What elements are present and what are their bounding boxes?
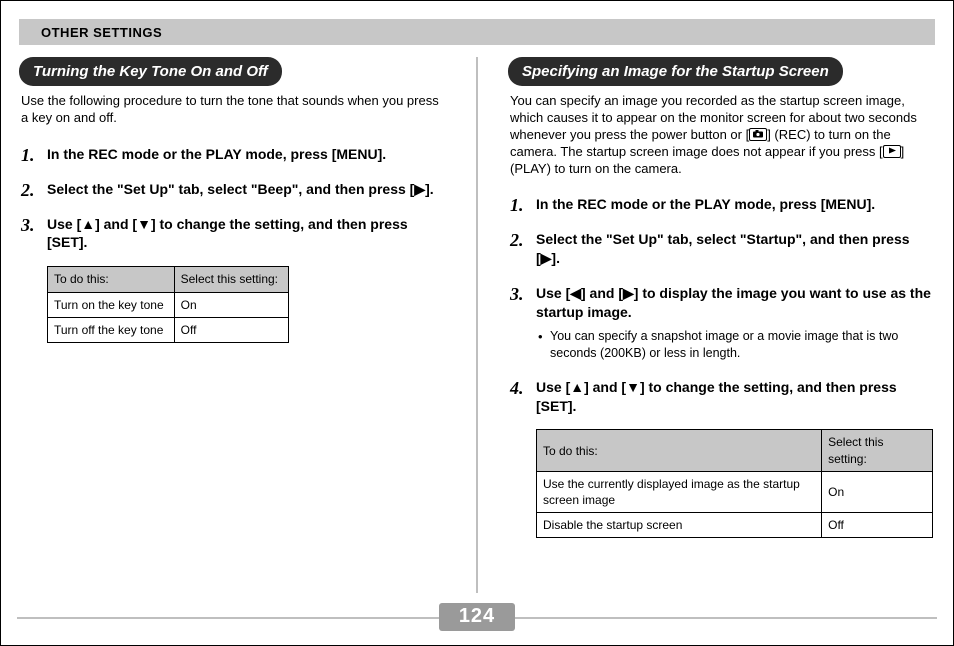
step-text: Select the "Set Up" tab, select "Beep", … — [47, 181, 434, 197]
table-header: Select this setting: — [822, 430, 933, 471]
step-text: Use [▲] and [▼] to change the setting, a… — [47, 216, 408, 251]
right-step-3: Use [◀] and [▶] to display the image you… — [510, 284, 933, 362]
page: OTHER SETTINGS Turning the Key Tone On a… — [0, 0, 954, 646]
table-cell: On — [822, 471, 933, 512]
left-column: Turning the Key Tone On and Off Use the … — [19, 57, 446, 593]
table-cell: Disable the startup screen — [537, 513, 822, 538]
table-header: To do this: — [537, 430, 822, 471]
table-cell: Turn off the key tone — [48, 317, 175, 342]
column-divider — [476, 57, 478, 593]
step-text: In the REC mode or the PLAY mode, press … — [536, 196, 875, 212]
table-header: To do this: — [48, 267, 175, 292]
table-cell: Off — [822, 513, 933, 538]
right-step-4: Use [▲] and [▼] to change the setting, a… — [510, 378, 933, 539]
page-number-area: 124 — [1, 603, 953, 631]
section-header: OTHER SETTINGS — [19, 19, 935, 45]
step-text: Use [◀] and [▶] to display the image you… — [536, 285, 931, 320]
left-step-2: Select the "Set Up" tab, select "Beep", … — [21, 180, 444, 199]
table-header: Select this setting: — [174, 267, 288, 292]
left-intro: Use the following procedure to turn the … — [21, 93, 444, 127]
left-step-3: Use [▲] and [▼] to change the setting, a… — [21, 215, 444, 343]
step-text: Use [▲] and [▼] to change the setting, a… — [536, 379, 897, 414]
table-cell: Off — [174, 317, 288, 342]
play-icon — [883, 145, 901, 158]
right-intro: You can specify an image you recorded as… — [510, 93, 933, 177]
right-step-1: In the REC mode or the PLAY mode, press … — [510, 195, 933, 214]
table-cell: Use the currently displayed image as the… — [537, 471, 822, 512]
step-text: Select the "Set Up" tab, select "Startup… — [536, 231, 910, 266]
left-title-pill: Turning the Key Tone On and Off — [19, 57, 282, 86]
right-steps: In the REC mode or the PLAY mode, press … — [510, 195, 933, 538]
right-step-3-note: You can specify a snapshot image or a mo… — [536, 328, 933, 362]
right-step-2: Select the "Set Up" tab, select "Startup… — [510, 230, 933, 268]
right-column: Specifying an Image for the Startup Scre… — [508, 57, 935, 593]
camera-icon — [749, 128, 767, 141]
content-columns: Turning the Key Tone On and Off Use the … — [19, 57, 935, 593]
right-settings-table: To do this: Select this setting: Use the… — [536, 429, 933, 538]
left-settings-table: To do this: Select this setting: Turn on… — [47, 266, 289, 343]
page-number: 124 — [439, 603, 515, 631]
step-text: In the REC mode or the PLAY mode, press … — [47, 146, 386, 162]
table-cell: On — [174, 292, 288, 317]
left-steps: In the REC mode or the PLAY mode, press … — [21, 145, 444, 343]
left-step-1: In the REC mode or the PLAY mode, press … — [21, 145, 444, 164]
right-title-pill: Specifying an Image for the Startup Scre… — [508, 57, 843, 86]
table-cell: Turn on the key tone — [48, 292, 175, 317]
